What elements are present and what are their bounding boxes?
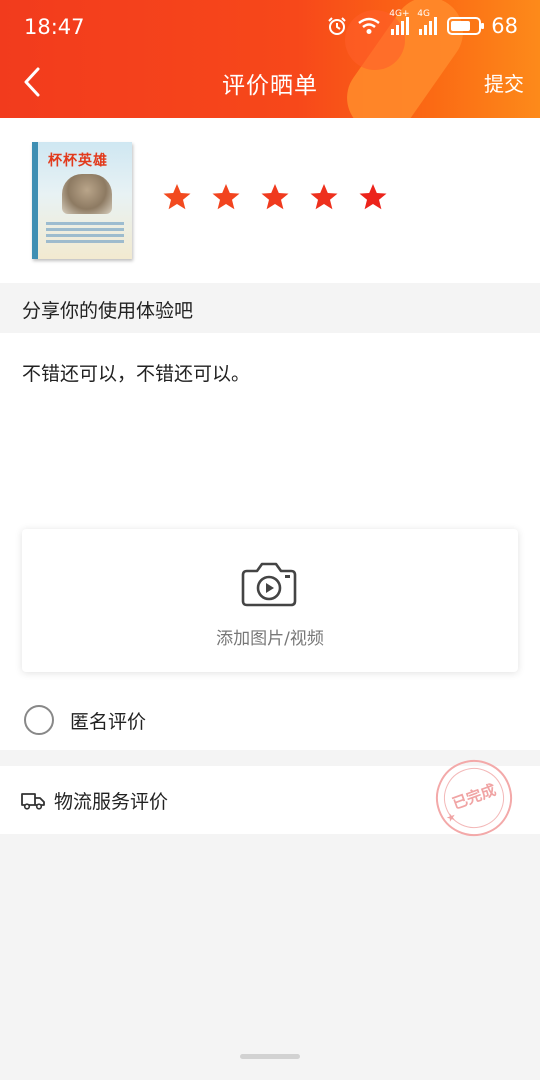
status-time: 18:47 [24, 15, 85, 39]
home-indicator[interactable] [240, 1054, 300, 1059]
rating-stars [162, 182, 388, 212]
star-icon[interactable] [211, 182, 241, 212]
book-cover-title: 杯杯英雄 [48, 153, 108, 169]
star-icon[interactable] [260, 182, 290, 212]
battery-icon [447, 17, 485, 35]
battery-fill [451, 21, 471, 31]
wifi-icon [358, 17, 381, 34]
review-textarea[interactable]: 不错还可以，不错还可以。 [22, 359, 512, 386]
add-media-button[interactable]: 添加图片/视频 [22, 529, 518, 672]
status-icons: 4G+ 4G 68 [327, 9, 518, 38]
signal-icon: 4G+ [389, 9, 410, 35]
truck-icon [21, 793, 45, 810]
alarm-icon [328, 17, 346, 35]
camera-video-icon [241, 562, 297, 607]
battery-percent: 68 [491, 14, 518, 38]
anonymous-radio[interactable] [24, 705, 54, 735]
product-card: 杯杯英雄 [0, 118, 540, 283]
book-cover-text-lines [46, 222, 124, 246]
network-type-label: 4G [417, 9, 430, 19]
status-bar: 18:47 4G+ 4G 68 [0, 0, 540, 56]
review-area: 不错还可以，不错还可以。 添加图片/视频 匿名评价 [0, 333, 540, 750]
anonymous-label: 匿名评价 [70, 710, 147, 733]
star-icon[interactable] [358, 182, 388, 212]
submit-button[interactable]: 提交 [484, 68, 524, 97]
header: 18:47 4G+ 4G 68 评价晒单 提交 [0, 0, 540, 118]
signal-icon: 4G [417, 9, 438, 35]
network-type-label: 4G+ [389, 9, 410, 19]
star-icon[interactable] [162, 182, 192, 212]
product-image[interactable]: 杯杯英雄 [32, 142, 132, 259]
logistics-review-label: 物流服务评价 [54, 790, 169, 813]
add-media-label: 添加图片/视频 [216, 629, 324, 649]
anonymous-toggle[interactable]: 匿名评价 [24, 705, 146, 735]
review-section-label: 分享你的使用体验吧 [0, 283, 540, 333]
book-cover-illustration [62, 174, 112, 214]
star-icon[interactable] [309, 182, 339, 212]
page-title: 评价晒单 [222, 73, 318, 99]
